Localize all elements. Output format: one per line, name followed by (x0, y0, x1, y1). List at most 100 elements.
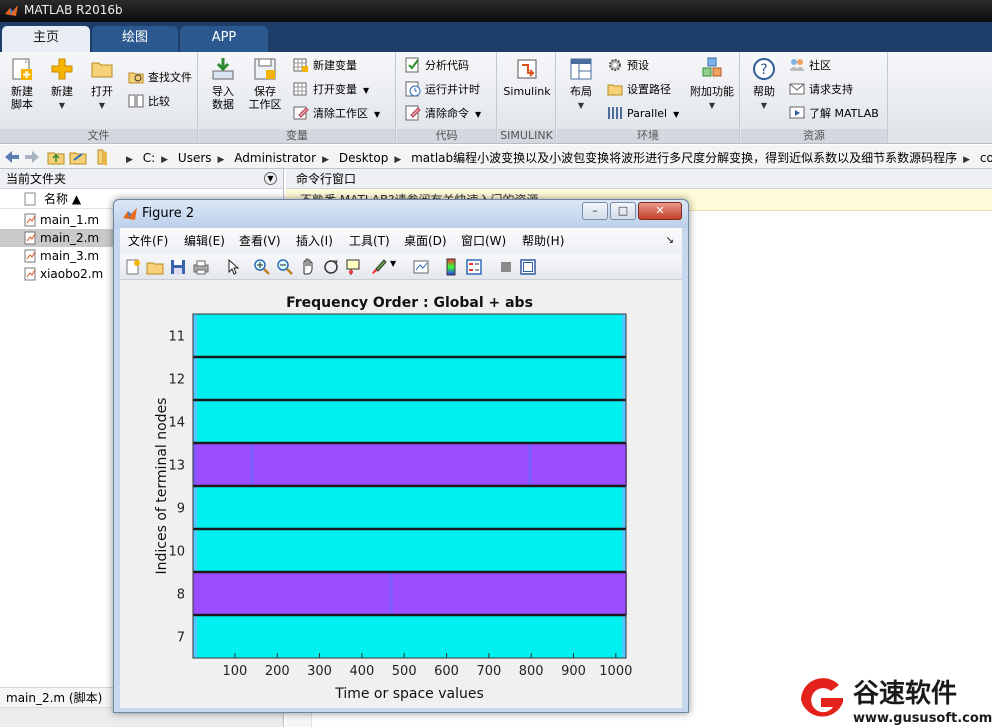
heatmap-cell-stripe (341, 572, 346, 615)
heatmap-cell-stripe (609, 572, 614, 615)
heatmap-cell-stripe (423, 572, 428, 615)
parallel-icon (608, 107, 622, 119)
heatmap-cell-stripe (230, 572, 235, 615)
close-button[interactable]: ✕ (638, 202, 682, 220)
breadcrumb-item[interactable]: code (980, 151, 992, 165)
minimize-button[interactable]: – (582, 202, 608, 220)
menu-item-desktop[interactable]: 桌面(D) (404, 228, 447, 254)
pointer-arrow-icon[interactable] (224, 258, 242, 276)
find-files-button[interactable]: 查找文件 (128, 68, 192, 88)
menu-item-window[interactable]: 窗口(W) (461, 228, 506, 254)
help-button[interactable]: ? 帮助 ▼ (747, 56, 781, 112)
colorbar-icon[interactable] (442, 258, 460, 276)
heatmap-chart[interactable]: 11 12 14 13 9 10 8 7 100 200 300 400 500 600 700 800 900… (120, 281, 682, 708)
heatmap-cell-stripe (463, 572, 468, 615)
set-path-button[interactable]: 设置路径 (607, 80, 671, 100)
save-icon[interactable] (169, 258, 187, 276)
data-cursor-icon[interactable] (345, 258, 363, 276)
compare-button[interactable]: 比较 (128, 92, 170, 112)
community-button[interactable]: 社区 (789, 56, 831, 76)
brush-icon[interactable] (369, 258, 387, 276)
name-column-header[interactable]: 名称 ▲ (44, 189, 81, 209)
layout-button[interactable]: 布局 ▼ (563, 56, 599, 112)
learn-matlab-button[interactable]: 了解 MATLAB (789, 104, 879, 124)
heatmap-cell-stripe (528, 572, 533, 615)
x-axis-label: Time or space values (334, 686, 484, 702)
heatmap-cell-stripe (314, 572, 319, 615)
breadcrumb-item[interactable]: Users (178, 151, 212, 165)
back-arrow-icon[interactable] (3, 148, 21, 166)
breadcrumb-item[interactable]: Administrator (234, 151, 316, 165)
menu-item-edit[interactable]: 编辑(E) (184, 228, 225, 254)
parallel-button[interactable]: Parallel ▼ (607, 104, 679, 124)
menu-overflow-icon[interactable]: ↘ (666, 228, 674, 254)
new-variable-button[interactable]: 新建变量 (293, 56, 357, 76)
open-button[interactable]: 打开 ▼ (86, 56, 118, 112)
request-support-button[interactable]: 请求支持 (789, 80, 853, 100)
menu-item-help[interactable]: 帮助(H) (522, 228, 564, 254)
open-file-icon[interactable] (146, 258, 164, 276)
clear-commands-button[interactable]: 清除命令 ▼ (405, 104, 481, 124)
file-name: main_3.m (40, 249, 100, 263)
heatmap-cell-stripe (541, 572, 546, 615)
heatmap-cell-stripe (270, 572, 275, 615)
new-figure-icon[interactable] (124, 258, 142, 276)
breadcrumb-item[interactable]: C: (143, 151, 155, 165)
legend-icon[interactable] (465, 258, 483, 276)
new-script-button[interactable]: 新建 脚本 (4, 56, 40, 111)
heatmap-cell-stripe (463, 443, 468, 486)
chevron-down-icon[interactable]: ▼ (390, 259, 396, 268)
rotate-3d-icon[interactable] (322, 258, 340, 276)
tab-plots[interactable]: 绘图 (92, 26, 178, 52)
open-variable-button[interactable]: 打开变量 ▼ (293, 80, 369, 100)
tab-apps[interactable]: APP (180, 26, 268, 52)
browse-folder-icon[interactable] (69, 148, 87, 166)
clear-workspace-button[interactable]: 清除工作区 ▼ (293, 104, 380, 124)
run-and-time-button[interactable]: 运行并计时 (405, 80, 480, 100)
heatmap-cell-stripe (436, 443, 441, 486)
zoom-out-icon[interactable] (276, 258, 294, 276)
breadcrumb-item[interactable]: Desktop (339, 151, 389, 165)
analyze-code-button[interactable]: 分析代码 (405, 56, 469, 76)
menu-item-insert[interactable]: 插入(I) (296, 228, 333, 254)
folder-icon (97, 149, 107, 166)
print-icon[interactable] (192, 258, 210, 276)
heatmap-cell-stripe (264, 572, 268, 615)
heatmap-cell-stripe (538, 572, 543, 615)
up-folder-icon[interactable] (47, 148, 65, 166)
analyze-code-label: 分析代码 (425, 59, 469, 72)
panel-actions-icon[interactable]: ▼ (264, 172, 277, 185)
file-icon (24, 192, 36, 206)
heatmap-cell-stripe (348, 443, 353, 486)
heatmap-cell-stripe (534, 443, 539, 486)
import-data-button[interactable]: 导入 数据 (205, 56, 241, 111)
zoom-in-icon[interactable] (253, 258, 271, 276)
x-tick-label: 900 (561, 664, 586, 679)
addons-button[interactable]: 附加功能 ▼ (687, 56, 737, 112)
forward-arrow-icon[interactable] (23, 148, 41, 166)
new-button[interactable]: 新建 ▼ (46, 56, 78, 112)
heatmap-cell-stripe (196, 572, 201, 615)
import-data-icon (212, 58, 234, 80)
menu-item-view[interactable]: 查看(V) (239, 228, 281, 254)
heatmap-cell-stripe (440, 572, 445, 615)
simulink-button[interactable]: Simulink (502, 56, 552, 98)
preferences-button[interactable]: 预设 (607, 56, 649, 76)
menu-item-file[interactable]: 文件(F) (128, 228, 168, 254)
link-plot-icon[interactable] (412, 258, 430, 276)
breadcrumb-item[interactable]: matlab编程小波变换以及小波包变换将波形进行多尺度分解变换，得到近似系数以及… (411, 151, 957, 165)
heatmap-cell-stripe (392, 572, 397, 615)
figure-title-bar[interactable]: Figure 2 – □ ✕ (114, 200, 688, 228)
y-tick-label: 9 (177, 502, 185, 517)
heatmap-cell-stripe (595, 572, 600, 615)
pan-hand-icon[interactable] (299, 258, 317, 276)
show-plot-tools-icon[interactable] (519, 258, 537, 276)
breadcrumb-separator-icon: ▶ (217, 155, 225, 165)
heatmap-cell-stripe (318, 443, 323, 486)
tab-home[interactable]: 主页 (2, 26, 90, 52)
save-workspace-button[interactable]: 保存 工作区 (245, 56, 285, 111)
maximize-button[interactable]: □ (610, 202, 636, 220)
hide-plot-tools-icon[interactable] (497, 258, 515, 276)
heatmap-cell-stripe (504, 572, 509, 615)
menu-item-tools[interactable]: 工具(T) (349, 228, 390, 254)
